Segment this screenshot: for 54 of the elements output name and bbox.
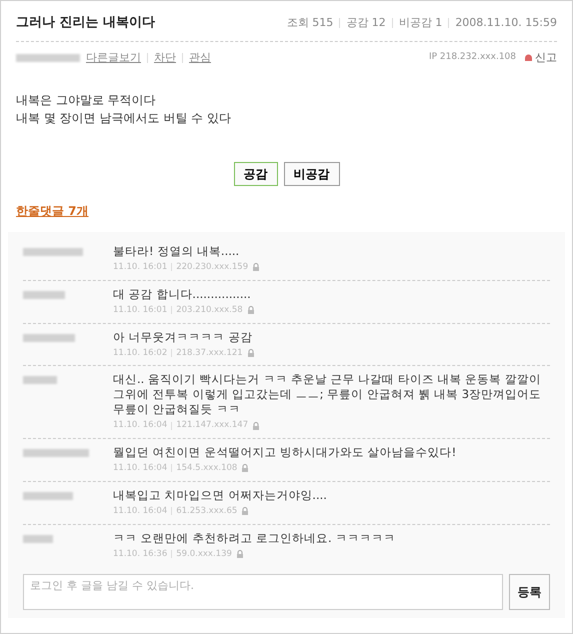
author-link[interactable]: 차단 — [154, 50, 176, 66]
post-stat: 조회 515 — [286, 14, 334, 30]
comment-ip: 61.253.xxx.65 — [176, 504, 238, 518]
redacted-name — [23, 449, 89, 457]
lock-icon — [241, 464, 250, 472]
comment-input[interactable]: 로그인 후 글을 남길 수 있습니다. — [23, 574, 503, 610]
comment-text: 대신.. 움직이기 빡시다는거 ㅋㅋ 추운날 근무 나갈때 타이즈 내복 운동복 깔깔이 그위에 전투복 이렇게 입고갔는데 ㅡㅡ; 무릎이 안굽혀져 뷁 내복 3장만껴입어도 무릎이 안굽혀질듯 ㅋㅋ — [113, 372, 542, 418]
post-body-line: 내복 몇 장이면 남극에서도 버틸 수 있다 — [16, 110, 232, 127]
comments-heading[interactable]: 한줄댓글 7개 — [16, 204, 89, 218]
comment-ip: 218.37.xxx.121 — [176, 346, 243, 360]
author-link[interactable]: 관심 — [189, 50, 211, 66]
ip-address: IP 218.232.xxx.108 — [428, 51, 516, 64]
lock-icon — [246, 306, 255, 314]
redacted-name — [23, 334, 75, 342]
comment-time: 11.10. 16:04 — [113, 504, 168, 518]
comment-text: 뭘입던 여친이면 운석떨어지고 빙하시대가와도 살아남을수있다! — [113, 445, 456, 460]
redacted-name — [16, 54, 80, 62]
redacted-name — [23, 248, 83, 256]
comment-text: 대 공감 합니다................ — [113, 286, 252, 302]
redacted-name — [23, 376, 57, 384]
lock-icon — [241, 507, 250, 516]
report-link[interactable]: 신고 — [524, 50, 557, 66]
post-stat: 공감 12 — [346, 14, 386, 30]
comment-time: 11.10. 16:36 — [113, 548, 168, 560]
lock-icon — [246, 348, 255, 357]
lock-icon — [252, 263, 260, 272]
submit-button[interactable]: 등록 — [509, 574, 550, 610]
lock-icon — [252, 422, 260, 430]
comment-text: 내복입고 치마입으면 어쩌자는거야잉.... — [113, 488, 327, 503]
vote-button[interactable]: 공감 — [234, 162, 278, 186]
author-link[interactable]: 다른글보기 — [86, 50, 141, 66]
post-title: 그러나 진리는 내복이다 — [16, 14, 156, 32]
bell-icon — [524, 53, 533, 62]
comment-text: 아 너무웃겨ㅋㅋㅋㅋ 공감 — [113, 330, 254, 344]
post-body-line: 내복은 그야말로 무적이다 — [16, 92, 157, 109]
lock-icon — [236, 550, 244, 558]
post-stat: 비공감 1 — [398, 14, 442, 30]
comment-ip: 220.230.xxx.159 — [176, 261, 248, 274]
comment-ip: 121.147.xxx.147 — [176, 419, 248, 432]
comment-ip: 154.5.xxx.108 — [176, 462, 238, 475]
vote-button[interactable]: 비공감 — [284, 162, 340, 186]
comment-text: 불타라! 정열의 내복..... — [113, 244, 240, 259]
comment-time: 11.10. 16:04 — [113, 419, 168, 432]
redacted-name — [23, 290, 65, 299]
comment-ip: 59.0.xxx.139 — [176, 548, 232, 560]
redacted-name — [23, 534, 53, 542]
comment-ip: 203.210.xxx.58 — [176, 304, 243, 316]
comment-text: ㅋㅋ 오랜만에 추천하려고 로그인하네요. ㅋㅋㅋㅋㅋ — [113, 530, 396, 546]
post-stat: 2008.11.10. 15:59 — [455, 14, 557, 30]
comment-time: 11.10. 16:02 — [113, 346, 168, 360]
redacted-name — [23, 492, 73, 500]
comment-time: 11.10. 16:01 — [113, 261, 168, 274]
comment-time: 11.10. 16:04 — [113, 462, 168, 475]
comment-time: 11.10. 16:01 — [113, 304, 168, 316]
